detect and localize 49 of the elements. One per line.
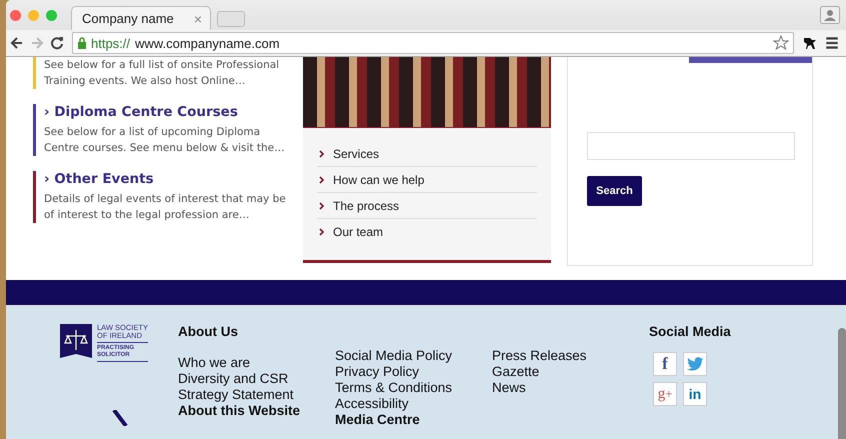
close-window-button[interactable]	[10, 10, 21, 20]
event-link[interactable]: › Other Events	[44, 171, 297, 187]
extension-icon[interactable]	[802, 35, 818, 51]
footer-link[interactable]: News	[492, 380, 526, 396]
linkedin-button[interactable]: in	[683, 382, 707, 406]
footer-link[interactable]: Who we are	[178, 355, 250, 371]
chevron-icon	[319, 228, 325, 236]
twitter-button[interactable]	[683, 352, 707, 376]
chevron-icon	[319, 150, 325, 158]
services-menu-item[interactable]: Services	[317, 141, 537, 167]
footer-link[interactable]: Diversity and CSR	[178, 371, 288, 387]
search-field[interactable]	[587, 132, 795, 160]
search-button[interactable]: Search	[587, 176, 642, 206]
slash-mark-icon	[112, 410, 128, 426]
address-bar[interactable]: https:// www.companyname.com	[72, 32, 794, 54]
event-description: Details of legal events of interest that may be of interest to the legal profession are…	[44, 192, 287, 223]
scrollbar-thumb[interactable]	[838, 328, 846, 439]
footer-link[interactable]: Social Media Policy	[335, 348, 452, 364]
services-menu-item[interactable]: Our team	[317, 219, 537, 244]
forward-icon[interactable]	[30, 36, 44, 50]
back-icon[interactable]	[10, 36, 24, 50]
scales-emblem-icon	[60, 324, 92, 358]
browser-tab[interactable]: Company name ×	[71, 6, 211, 30]
footer-link[interactable]: Accessibility	[335, 396, 409, 412]
footer-link[interactable]: About this Website	[178, 403, 300, 419]
chevron-icon	[319, 176, 325, 184]
new-tab-button[interactable]	[217, 11, 245, 27]
event-link[interactable]: › Diploma Centre Courses	[44, 104, 297, 120]
services-menu-item[interactable]: The process	[317, 193, 537, 219]
services-menu-item[interactable]: How can we help	[317, 167, 537, 193]
bookmark-star-icon[interactable]	[773, 35, 789, 51]
bird-icon	[686, 357, 704, 371]
reload-icon[interactable]	[50, 36, 64, 50]
chevron-icon	[319, 202, 325, 210]
facebook-button[interactable]: f	[653, 352, 677, 376]
footer-link[interactable]: Terms & Conditions	[335, 380, 452, 396]
event-description: See below for a full list of onsite Professional Training events. We also host Online…	[44, 58, 280, 89]
footer-link[interactable]: Press Releases	[492, 348, 587, 364]
footer-link[interactable]: Gazette	[492, 364, 540, 380]
footer-link[interactable]: Media Centre	[335, 412, 420, 428]
footer-link[interactable]: Strategy Statement	[178, 387, 294, 403]
footer-heading: Social Media	[649, 324, 732, 339]
footer-heading: About Us	[178, 324, 239, 339]
lock-icon	[77, 37, 87, 49]
profile-icon[interactable]	[820, 6, 840, 24]
menu-icon[interactable]	[824, 35, 840, 51]
event-description: See below for a list of upcoming Diploma Centre courses. See menu below & visit the…	[44, 125, 286, 156]
zoom-window-button[interactable]	[46, 10, 57, 20]
footer-link[interactable]: Privacy Policy	[335, 364, 420, 380]
